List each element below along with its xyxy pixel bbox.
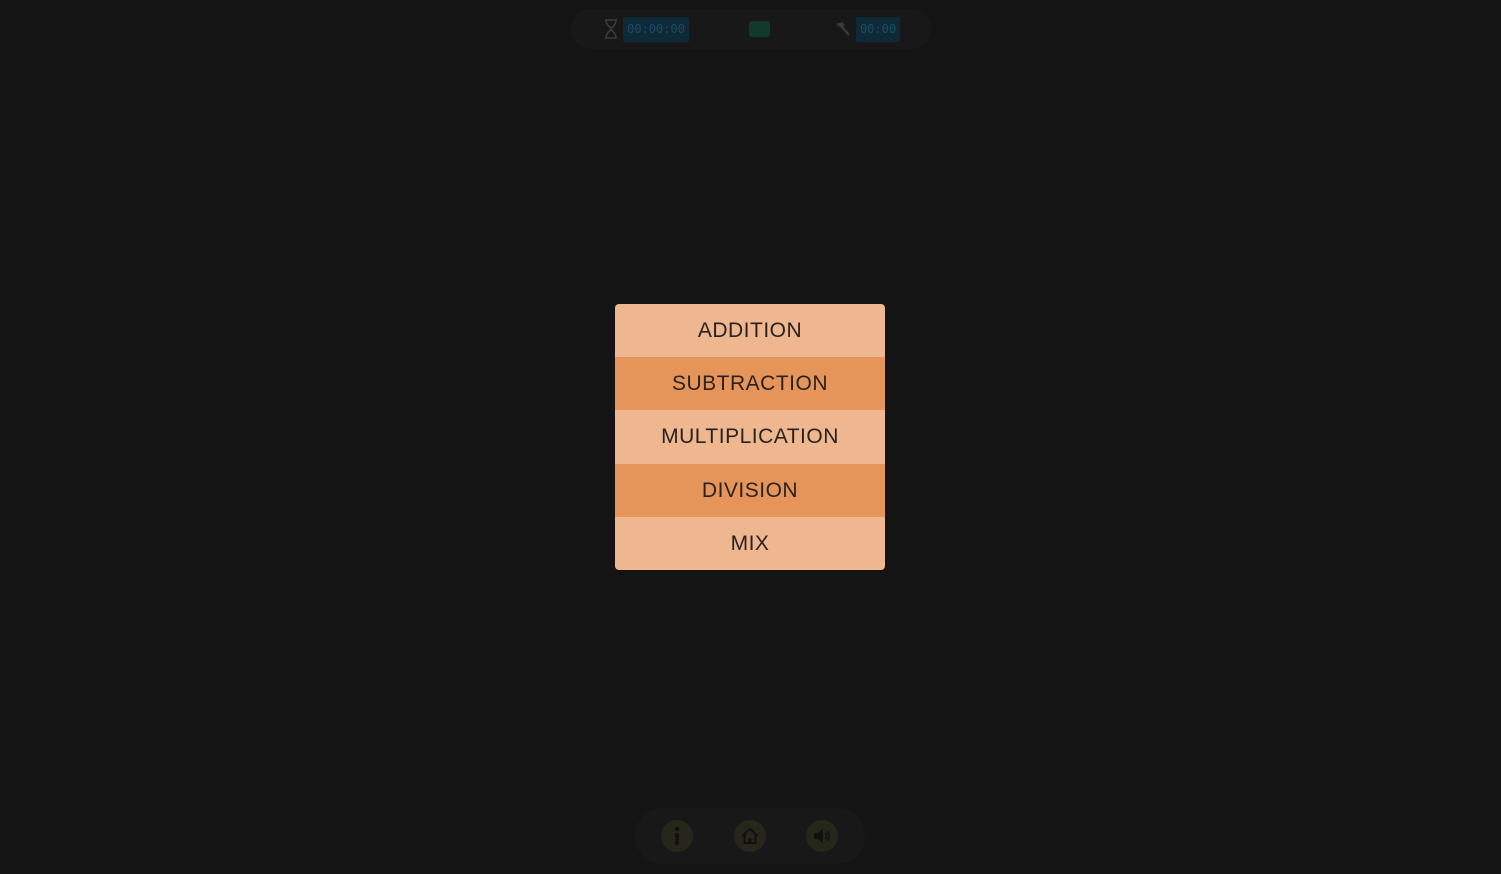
menu-item-division[interactable]: DIVISION — [615, 463, 885, 517]
home-button[interactable] — [734, 820, 766, 852]
menu-item-multiplication[interactable]: MULTIPLICATION — [615, 410, 885, 464]
menu-item-mix[interactable]: MIX — [615, 516, 885, 570]
flag-indicator — [749, 21, 770, 37]
hourglass-icon — [603, 19, 619, 39]
game-stage: 00:00:00 00:00 ADDITION SUBTRACTION MULT… — [0, 0, 1501, 874]
info-icon — [670, 826, 684, 846]
home-icon — [740, 827, 760, 845]
hammer-icon — [833, 20, 851, 38]
timer-display: 00:00:00 — [623, 17, 689, 42]
info-button[interactable] — [661, 820, 693, 852]
operation-menu: ADDITION SUBTRACTION MULTIPLICATION DIVI… — [615, 304, 885, 570]
sound-button[interactable] — [806, 820, 838, 852]
sound-icon — [812, 827, 832, 845]
menu-item-subtraction[interactable]: SUBTRACTION — [615, 357, 885, 411]
menu-item-addition[interactable]: ADDITION — [615, 304, 885, 358]
score-display: 00:00 — [856, 17, 900, 42]
